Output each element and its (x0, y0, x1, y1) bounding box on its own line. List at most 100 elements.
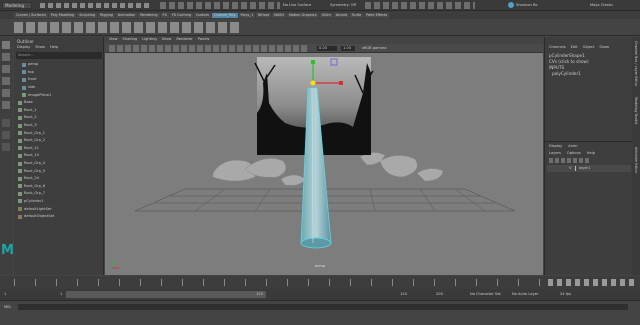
gamma-field[interactable]: 1.00 (341, 46, 355, 51)
viewport-menu-item[interactable]: Panels (198, 37, 210, 42)
max-frame-field[interactable]: 200 (436, 292, 443, 297)
move-tool-icon[interactable] (2, 77, 10, 85)
layout-icon-2[interactable] (2, 131, 10, 139)
outliner-item[interactable]: pCylinder1 (16, 198, 102, 206)
side-tab-attribute-editor[interactable]: Attribute Editor (633, 147, 638, 173)
range-start-field[interactable]: 1 (4, 292, 6, 297)
command-input[interactable] (18, 304, 628, 310)
shelf-tab[interactable]: Curves / Surfaces (14, 12, 48, 18)
symmetry-label[interactable]: Symmetry: Off (330, 3, 356, 8)
outliner-item[interactable]: persp (16, 61, 102, 69)
mel-label[interactable]: MEL (4, 305, 11, 310)
workspace-dropdown[interactable]: Modeling (2, 2, 32, 9)
outliner-item[interactable]: imagePlane1 (16, 91, 102, 99)
outliner-menu-item[interactable]: Display (17, 45, 30, 50)
outliner-item[interactable]: Rock_Grp_1 (16, 129, 102, 137)
lasso-tool-icon[interactable] (2, 53, 10, 61)
outliner-item[interactable]: Rock_24 (16, 175, 102, 183)
viewport-toolbar-icons[interactable] (109, 45, 309, 52)
user-icon[interactable] (508, 2, 514, 8)
viewport-menu-item[interactable]: Lighting (142, 37, 157, 42)
time-slider[interactable] (0, 276, 640, 289)
outliner-menu-item[interactable]: Show (35, 45, 45, 50)
colorspace-label[interactable]: sRGB gamma (362, 46, 386, 51)
channel-box-menu[interactable]: Object (583, 45, 595, 50)
outliner-item[interactable]: Rock_Grp_5 (16, 167, 102, 175)
shelf-tab[interactable]: FX (160, 12, 169, 18)
outliner-item[interactable]: Rock_2 (16, 114, 102, 122)
outliner-item[interactable]: defaultLightSet (16, 205, 102, 213)
shelf-tab[interactable]: Motion Graphics (287, 12, 319, 18)
outliner-menu-item[interactable]: Help (50, 45, 58, 50)
side-tab-channel-box[interactable]: Channel Box / Layer Editor (633, 41, 638, 86)
exposure-field[interactable]: 0.00 (317, 46, 337, 51)
viewport-menu-item[interactable]: Shading (123, 37, 138, 42)
outliner-item[interactable]: Rock_Grp_7 (16, 190, 102, 198)
outliner-item[interactable]: front (16, 76, 102, 84)
layer-editor-menu[interactable]: Layers (549, 151, 561, 156)
shelf-tab[interactable]: Paint Effects (364, 12, 390, 18)
cvs-hint[interactable]: CVs (click to show) (549, 59, 589, 64)
outliner-item[interactable]: Rock_Grp_4 (16, 160, 102, 168)
outliner-item[interactable]: Base (16, 99, 102, 107)
side-tab-modeling-toolkit[interactable]: Modeling Toolkit (633, 97, 638, 124)
shelf-tab[interactable]: Arnold (333, 12, 349, 18)
fps-dropdown[interactable]: 24 fps (560, 292, 571, 297)
range-inner-end[interactable]: 120 (256, 292, 263, 297)
outliner-item[interactable]: Rock_1 (16, 107, 102, 115)
layout-icon[interactable] (2, 119, 10, 127)
layer-editor-icons[interactable] (549, 158, 589, 163)
layer-row[interactable]: V layer1 (547, 165, 631, 172)
layer-color-swatch[interactable] (575, 166, 576, 171)
shelf-tab[interactable]: Rendering (138, 12, 160, 18)
outliner-item[interactable]: defaultObjectSet (16, 213, 102, 221)
outliner-search[interactable]: Search... (16, 52, 102, 59)
shelf-icons[interactable] (14, 22, 239, 33)
channel-box-menu[interactable]: Show (599, 45, 609, 50)
scale-tool-icon[interactable] (2, 101, 10, 109)
shelf-tab[interactable]: Custom (193, 12, 211, 18)
outliner-item[interactable]: Rock_Grp_6 (16, 183, 102, 191)
maya-classic-label[interactable]: Maya Classic (590, 3, 613, 8)
channel-box-menu[interactable]: Edit (571, 45, 578, 50)
end-frame-field[interactable]: 120 (400, 292, 407, 297)
shelf-tab[interactable]: Poly Modeling (48, 12, 77, 18)
layer-editor-menu[interactable]: Options (567, 151, 581, 156)
tool-icons-strip[interactable] (160, 2, 280, 9)
shelf-tab[interactable]: Rigging (98, 12, 115, 18)
viewport-menu-item[interactable]: Renderer (176, 37, 192, 42)
shelf-tab[interactable]: XGen (319, 12, 333, 18)
outliner-item[interactable]: Rock_11 (16, 145, 102, 153)
range-inner-start[interactable]: 1 (60, 292, 62, 297)
layer-editor-menu[interactable]: Help (587, 151, 595, 156)
layer-visibility-toggle[interactable]: V (569, 166, 571, 171)
outliner-item[interactable]: top (16, 69, 102, 77)
shelf-tab[interactable]: Turtle (349, 12, 364, 18)
outliner-item[interactable]: Rock_14 (16, 152, 102, 160)
paint-select-icon[interactable] (2, 65, 10, 73)
input-node[interactable]: polyCylinder1 (552, 71, 581, 76)
shelf-tab[interactable]: Sculpting (77, 12, 98, 18)
viewport-menu-item[interactable]: View (109, 37, 118, 42)
layer-name[interactable]: layer1 (579, 166, 590, 171)
shelf-tab[interactable]: Animation (115, 12, 138, 18)
viewport[interactable]: View Shading Lighting Show Renderer Panels 0.… (105, 37, 543, 275)
shelf-tab[interactable]: MASH (272, 12, 287, 18)
layout-icon-3[interactable] (2, 143, 10, 151)
shape-name[interactable]: pCylinderShape1 (549, 53, 585, 58)
layer-editor-tab[interactable]: Anim (568, 144, 577, 149)
outliner-item[interactable]: Rock_3 (16, 122, 102, 130)
outliner-item[interactable]: side (16, 84, 102, 92)
shelf-tab[interactable]: Polys_1 (238, 12, 256, 18)
layer-editor-tab[interactable]: Display (549, 144, 562, 149)
outliner-item[interactable]: Rock_Grp_2 (16, 137, 102, 145)
character-set-dropdown[interactable]: No Character Set (470, 292, 501, 297)
shelf-tab[interactable]: FX Caching (169, 12, 193, 18)
scene-3d[interactable] (105, 53, 543, 275)
shelf-tab[interactable]: Custom_Poly (211, 12, 238, 18)
playback-controls[interactable] (548, 279, 636, 286)
range-slider[interactable] (66, 291, 266, 298)
channel-box-menu[interactable]: Channels (549, 45, 566, 50)
live-surface-label[interactable]: No Live Surface (283, 3, 311, 8)
viewport-menu-item[interactable]: Show (162, 37, 172, 42)
